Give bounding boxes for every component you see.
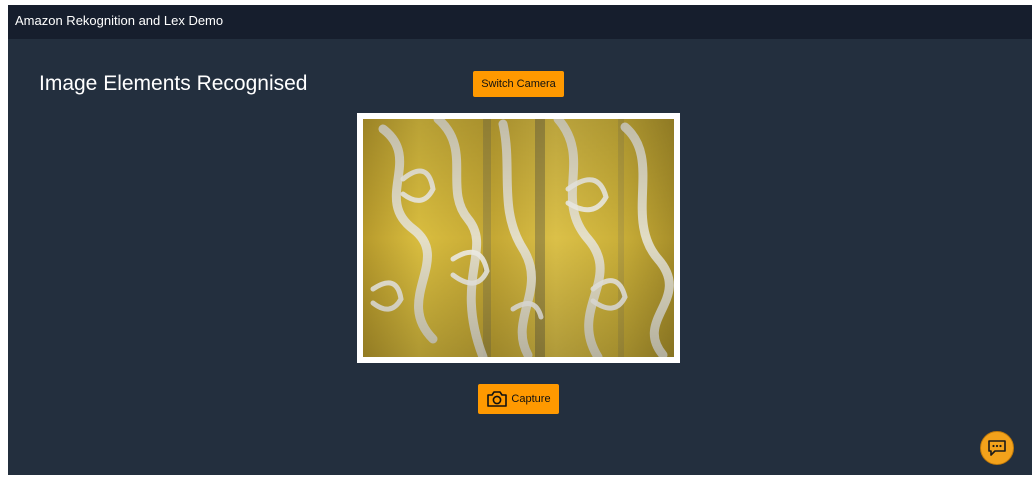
top-bar: Amazon Rekognition and Lex Demo <box>8 5 1032 39</box>
camera-preview-frame <box>357 113 680 363</box>
app-window: Amazon Rekognition and Lex Demo Image El… <box>8 5 1032 475</box>
capture-label: Capture <box>511 393 551 405</box>
app-title: Amazon Rekognition and Lex Demo <box>15 13 224 28</box>
switch-camera-button[interactable]: Switch Camera <box>473 71 564 97</box>
camera-icon <box>486 390 508 408</box>
chat-bubble-icon <box>987 439 1007 457</box>
capture-button[interactable]: Capture <box>478 384 559 414</box>
page-title: Image Elements Recognised <box>39 72 308 95</box>
chat-button[interactable] <box>980 431 1014 465</box>
camera-feed <box>363 119 674 357</box>
camera-feed-image <box>363 119 674 357</box>
